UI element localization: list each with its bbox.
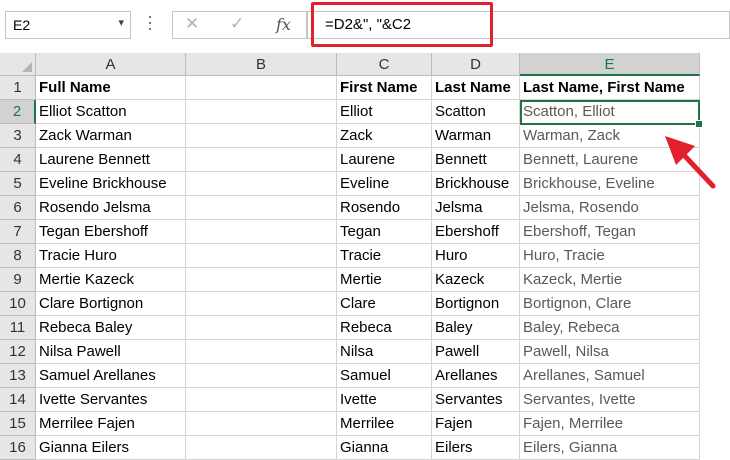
annotation-arrow-icon	[665, 136, 716, 189]
